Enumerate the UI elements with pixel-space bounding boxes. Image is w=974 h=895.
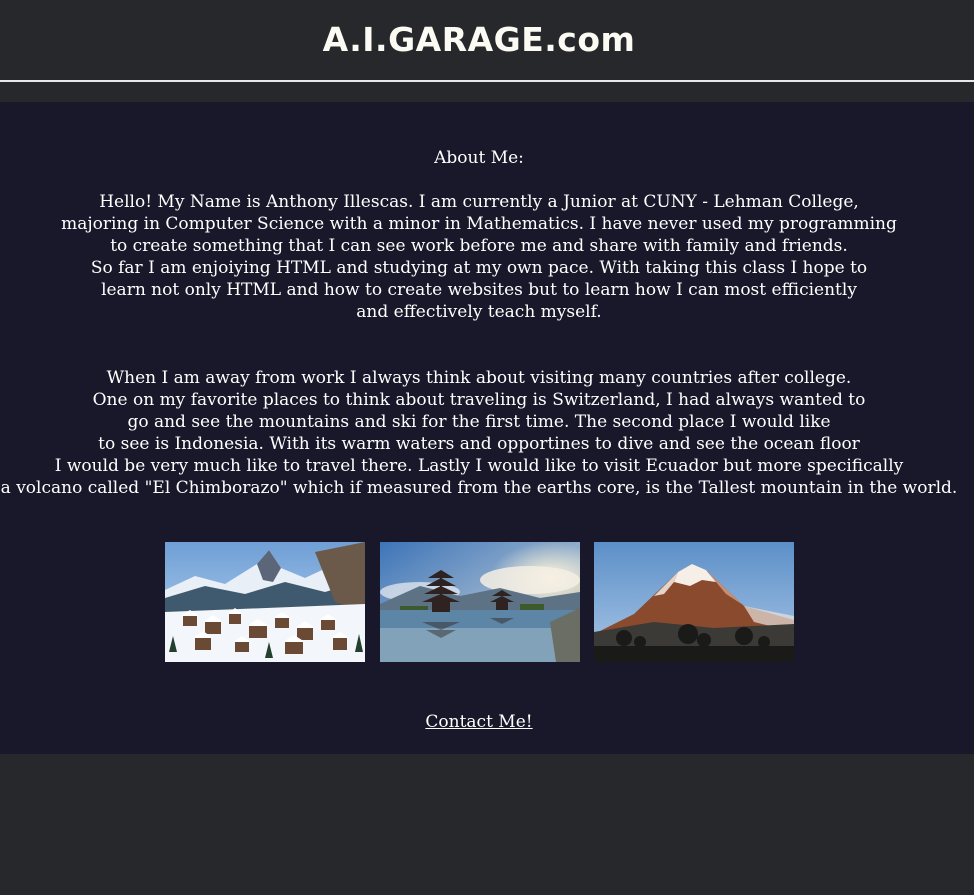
paragraph-line: Hello! My Name is Anthony Illescas. I am… [99,192,859,212]
about-paragraph-1: Hello! My Name is Anthony Illescas. I am… [0,191,958,323]
paragraph-line: When I am away from work I always think … [106,368,852,388]
paragraph-line: I would be very much like to travel ther… [54,456,904,476]
site-header: A.I.GARAGE.com [0,0,974,82]
about-paragraph-2: When I am away from work I always think … [0,367,958,499]
paragraph-line: and effectively teach myself. [356,302,602,322]
paragraph-line: to see is Indonesia. With its warm water… [98,434,860,454]
paragraph-line: to create something that I can see work … [110,236,848,256]
contact-link-wrapper: Contact Me! [0,712,958,732]
paragraph-line: So far I am enjoiying HTML and studying … [90,258,868,278]
paragraph-line: majoring in Computer Science with a mino… [61,214,897,234]
paragraph-line: One on my favorite places to think about… [92,390,866,410]
site-title: A.I.GARAGE.com [322,20,636,59]
paragraph-line: learn not only HTML and how to create we… [101,280,857,300]
contact-me-link[interactable]: Contact Me! [425,712,532,732]
switzerland-photo [165,542,365,662]
paragraph-line: a volcano called "El Chimborazo" which i… [0,478,958,498]
main-panel: About Me: Hello! My Name is Anthony Ille… [0,102,974,754]
indonesia-photo [380,542,580,662]
about-heading: About Me: [434,148,524,168]
photo-gallery [165,542,794,662]
ecuador-volcano-photo [594,542,794,662]
paragraph-line: go and see the mountains and ski for the… [127,412,831,432]
